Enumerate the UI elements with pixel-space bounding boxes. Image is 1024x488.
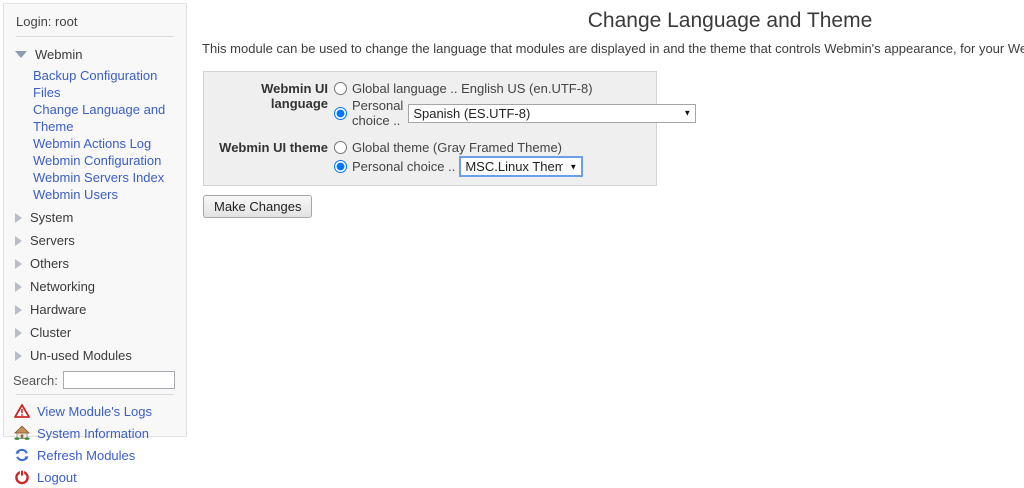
sidebar-item-webmin-users[interactable]: Webmin Users xyxy=(33,186,186,203)
sidebar-category-webmin[interactable]: Webmin xyxy=(4,43,186,66)
sidebar-item-change-language-and-theme[interactable]: Change Language and Theme xyxy=(33,101,186,135)
link-label: System Information xyxy=(37,426,149,441)
category-label: Others xyxy=(30,256,69,271)
global-language-radio[interactable] xyxy=(334,82,347,95)
sidebar-category-others[interactable]: Others xyxy=(4,252,186,275)
make-changes-button[interactable]: Make Changes xyxy=(203,195,312,218)
theme-select[interactable]: MSC.Linux Theme xyxy=(460,157,582,176)
refresh-modules-link[interactable]: Refresh Modules xyxy=(4,444,186,466)
category-label: Hardware xyxy=(30,302,86,317)
logout-link[interactable]: Logout xyxy=(4,466,186,488)
chevron-right-icon xyxy=(15,328,22,338)
category-label: Servers xyxy=(30,233,75,248)
search-input[interactable] xyxy=(63,371,175,389)
category-label: Webmin xyxy=(35,47,82,62)
chevron-right-icon xyxy=(15,213,22,223)
personal-theme-option-label: Personal choice .. xyxy=(352,159,455,174)
chevron-right-icon xyxy=(15,282,22,292)
power-icon xyxy=(14,469,30,485)
refresh-icon xyxy=(14,447,30,463)
page-title: Change Language and Theme xyxy=(190,9,1024,33)
module-description: This module can be used to change the la… xyxy=(202,41,1024,56)
divider xyxy=(16,36,174,37)
category-label: Networking xyxy=(30,279,95,294)
sidebar-search: Search: xyxy=(4,367,186,394)
global-language-option-label: Global language .. English US (en.UTF-8) xyxy=(352,81,593,96)
chevron-right-icon xyxy=(15,351,22,361)
language-select[interactable]: Spanish (ES.UTF-8) xyxy=(408,104,696,123)
field-label: Webmin UI theme xyxy=(210,138,328,176)
sidebar-item-webmin-actions-log[interactable]: Webmin Actions Log xyxy=(33,135,186,152)
language-theme-form: Webmin UI language Global language .. En… xyxy=(203,71,657,186)
field-label: Webmin UI language xyxy=(210,79,328,128)
sidebar-category-system[interactable]: System xyxy=(4,206,186,229)
login-status: Login: root xyxy=(4,4,186,36)
sidebar-category-hardware[interactable]: Hardware xyxy=(4,298,186,321)
sidebar: Login: root Webmin Backup Configuration … xyxy=(3,3,187,437)
category-label: Un-used Modules xyxy=(30,348,132,363)
webmin-ui-theme-row: Webmin UI theme Global theme (Gray Frame… xyxy=(210,138,650,176)
personal-language-option-label: Personal choice .. xyxy=(352,98,403,128)
sidebar-category-unused-modules[interactable]: Un-used Modules xyxy=(4,344,186,367)
link-label: Logout xyxy=(37,470,77,485)
sidebar-category-servers[interactable]: Servers xyxy=(4,229,186,252)
sidebar-category-cluster[interactable]: Cluster xyxy=(4,321,186,344)
search-label: Search: xyxy=(13,373,58,388)
sidebar-footer-links: View Module's Logs System Information xyxy=(4,395,186,488)
category-label: System xyxy=(30,210,73,225)
view-modules-logs-link[interactable]: View Module's Logs xyxy=(4,400,186,422)
global-theme-radio[interactable] xyxy=(334,141,347,154)
sidebar-item-backup-configuration-files[interactable]: Backup Configuration Files xyxy=(33,67,186,101)
link-label: Refresh Modules xyxy=(37,448,135,463)
personal-theme-radio[interactable] xyxy=(334,160,347,173)
chevron-right-icon xyxy=(15,305,22,315)
system-information-link[interactable]: System Information xyxy=(4,422,186,444)
link-label: View Module's Logs xyxy=(37,404,152,419)
webmin-ui-language-row: Webmin UI language Global language .. En… xyxy=(210,79,650,128)
chevron-down-icon xyxy=(15,51,27,58)
sidebar-category-networking[interactable]: Networking xyxy=(4,275,186,298)
global-theme-option-label: Global theme (Gray Framed Theme) xyxy=(352,140,562,155)
category-label: Cluster xyxy=(30,325,71,340)
main-content: Change Language and Theme This module ca… xyxy=(190,0,1024,218)
webmin-module-links: Backup Configuration Files Change Langua… xyxy=(4,66,186,206)
warning-icon xyxy=(14,403,30,419)
sidebar-item-webmin-configuration[interactable]: Webmin Configuration xyxy=(33,152,186,169)
chevron-right-icon xyxy=(15,236,22,246)
chevron-right-icon xyxy=(15,259,22,269)
home-icon xyxy=(14,425,30,441)
sidebar-item-webmin-servers-index[interactable]: Webmin Servers Index xyxy=(33,169,186,186)
personal-language-radio[interactable] xyxy=(334,107,347,120)
